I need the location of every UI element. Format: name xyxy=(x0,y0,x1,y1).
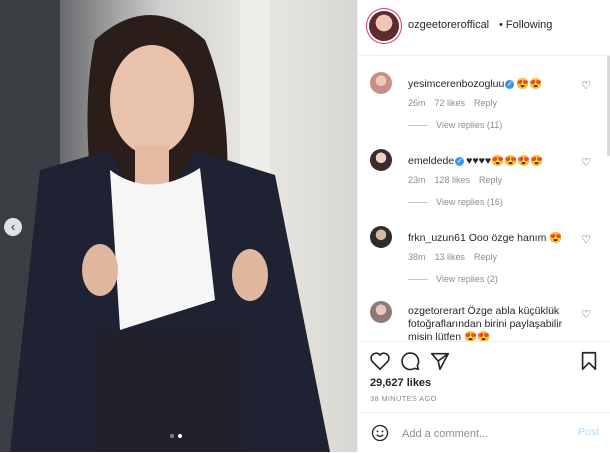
comment-line: yesimcerenbozogluu ✓ 😍😍 xyxy=(408,77,542,90)
comment-text: Ooo özge hanım xyxy=(468,232,547,244)
comment-username[interactable]: frkn_uzun61 xyxy=(408,232,466,244)
avatar[interactable] xyxy=(369,11,399,41)
comment-line: ozgetorerart Özge abla küçüklük fotoğraf… xyxy=(408,305,583,341)
divider xyxy=(408,278,428,280)
comment-likes[interactable]: 128 likes xyxy=(435,175,471,185)
verified-icon: ✓ xyxy=(505,79,515,89)
comment-meta: 26m 72 likes Reply xyxy=(408,98,506,108)
smile-icon[interactable] xyxy=(370,423,390,443)
comment-icon[interactable] xyxy=(399,350,421,372)
view-replies-label: View replies (2) xyxy=(436,274,498,284)
carousel-dot xyxy=(170,434,174,438)
comment-time: 38m xyxy=(408,252,426,262)
comment-likes[interactable]: 13 likes xyxy=(435,252,466,262)
heart-icon[interactable]: ♡ xyxy=(581,156,591,169)
comment-line: emeldede ✓ ♥♥♥♥😍😍😍😍 xyxy=(408,154,543,167)
avatar[interactable] xyxy=(370,149,392,171)
share-icon[interactable] xyxy=(429,350,451,372)
carousel-dots xyxy=(170,434,182,438)
photo-illustration xyxy=(0,0,330,452)
post-timestamp: 38 MINUTES AGO xyxy=(370,394,437,403)
comment-emoji: 😍 xyxy=(549,232,563,244)
view-replies-button[interactable]: View replies (16) xyxy=(408,197,503,207)
comment-meta: 23m 128 likes Reply xyxy=(408,175,511,185)
comment-time: 23m xyxy=(408,175,426,185)
carousel-dot-active xyxy=(178,434,182,438)
post-button[interactable]: Post xyxy=(578,426,599,438)
comment-username[interactable]: ozgetorerart xyxy=(408,305,465,317)
bookmark-icon[interactable] xyxy=(578,350,600,372)
verified-icon: ✓ xyxy=(455,156,465,166)
comment-time: 26m xyxy=(408,98,426,108)
view-replies-button[interactable]: View replies (11) xyxy=(408,120,502,130)
comment-username[interactable]: emeldede xyxy=(408,155,454,167)
post-photo[interactable]: ‹ xyxy=(0,0,357,452)
view-replies-button[interactable]: View replies (2) xyxy=(408,274,498,284)
likes-count[interactable]: 29,627 likes xyxy=(370,377,431,389)
chevron-left-icon[interactable]: ‹ xyxy=(4,218,22,236)
heart-icon[interactable]: ♡ xyxy=(581,233,591,246)
comment-input[interactable] xyxy=(400,424,564,444)
comment-emoji: 😍😍 xyxy=(516,78,543,90)
comment-likes[interactable]: 72 likes xyxy=(435,98,466,108)
heart-icon[interactable] xyxy=(369,350,391,372)
comment-line: frkn_uzun61 Ooo özge hanım 😍 xyxy=(408,231,562,244)
heart-icon[interactable]: ♡ xyxy=(581,79,591,92)
view-replies-label: View replies (16) xyxy=(436,197,503,207)
add-comment-bar: Post xyxy=(358,412,610,453)
instagram-post-modal: ‹ ozgeetoreroffical • Following yesimcer… xyxy=(0,0,610,452)
avatar[interactable] xyxy=(370,301,392,323)
reply-button[interactable]: Reply xyxy=(474,98,497,108)
post-sidebar: ozgeetoreroffical • Following yesimceren… xyxy=(357,0,610,452)
view-replies-label: View replies (11) xyxy=(436,120,503,130)
author-username[interactable]: ozgeetoreroffical xyxy=(408,19,489,31)
avatar[interactable] xyxy=(370,72,392,94)
follow-status[interactable]: • Following xyxy=(499,19,552,31)
comment-emoji: 😍😍 xyxy=(464,331,491,341)
comments-list: yesimcerenbozogluu ✓ 😍😍 26m 72 likes Reply V… xyxy=(358,56,610,341)
divider xyxy=(408,201,428,203)
comment-username[interactable]: yesimcerenbozogluu xyxy=(408,78,504,90)
reply-button[interactable]: Reply xyxy=(479,175,502,185)
divider xyxy=(408,124,428,126)
comment-meta: 38m 13 likes Reply xyxy=(408,252,506,262)
avatar[interactable] xyxy=(370,226,392,248)
heart-icon[interactable]: ♡ xyxy=(581,308,591,321)
post-actions: 29,627 likes 38 MINUTES AGO xyxy=(358,341,610,414)
comment-emoji: ♥♥♥♥😍😍😍😍 xyxy=(466,155,544,167)
reply-button[interactable]: Reply xyxy=(474,252,497,262)
post-header: ozgeetoreroffical • Following xyxy=(358,0,610,56)
